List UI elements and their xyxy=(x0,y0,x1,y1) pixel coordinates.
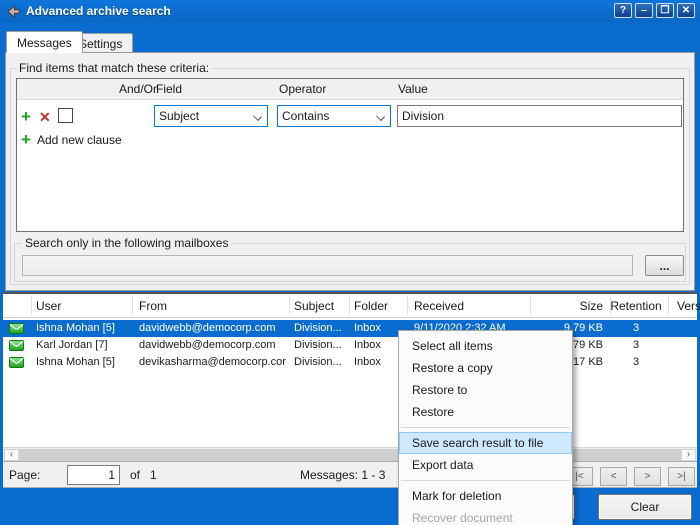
envelope-icon xyxy=(9,340,24,351)
column-header-folder[interactable]: Folder xyxy=(354,299,405,313)
chevron-down-icon xyxy=(376,112,385,121)
column-header-from[interactable]: From xyxy=(139,299,286,313)
column-andor: And/Or xyxy=(109,82,157,96)
cell-retention: 3 xyxy=(610,322,662,334)
page-label: Page: xyxy=(9,468,40,482)
mailboxes-group-label: Search only in the following mailboxes xyxy=(22,236,231,250)
cell-retention: 3 xyxy=(610,356,662,368)
remove-clause-icon[interactable]: ✕ xyxy=(39,110,51,124)
horizontal-scrollbar[interactable]: ‹ › xyxy=(3,447,697,461)
plus-icon: + xyxy=(21,131,31,148)
cell-user: Ishna Mohan [5] xyxy=(36,356,131,368)
column-operator: Operator xyxy=(279,82,326,96)
field-select[interactable]: Subject xyxy=(154,105,268,127)
menu-separator xyxy=(401,427,570,428)
add-new-clause-label: Add new clause xyxy=(37,133,122,147)
results-table: UserFromSubjectFolderReceivedSizeRetenti… xyxy=(3,292,697,447)
cell-subject: Division... xyxy=(294,339,347,351)
advanced-archive-search-window: Advanced archive search ? – ❐ ✕ Messages… xyxy=(0,0,700,525)
table-row[interactable]: Ishna Mohan [5] devikasharma@democorp.com… xyxy=(3,354,697,371)
column-field: Field xyxy=(156,82,182,96)
menu-item-restore[interactable]: Restore xyxy=(399,401,572,423)
cell-subject: Division... xyxy=(294,322,347,334)
criteria-group-label: Find items that match these criteria: xyxy=(16,61,212,75)
help-icon[interactable]: ? xyxy=(614,3,632,18)
cell-user: Ishna Mohan [5] xyxy=(36,322,131,334)
add-new-clause-link[interactable]: + Add new clause xyxy=(21,131,122,148)
clause-checkbox[interactable] xyxy=(58,108,73,123)
cell-retention: 3 xyxy=(610,339,662,351)
operator-select-value: Contains xyxy=(282,109,329,123)
menu-item-save-search-result-to-file[interactable]: Save search result to file xyxy=(399,432,572,454)
envelope-icon xyxy=(9,323,24,334)
cell-subject: Division... xyxy=(294,356,347,368)
nav-next-button[interactable]: > xyxy=(634,467,661,486)
menu-item-mark-for-deletion[interactable]: Mark for deletion xyxy=(399,485,572,507)
column-header-version[interactable]: Version xyxy=(677,299,700,313)
menu-separator xyxy=(401,480,570,481)
menu-item-recover-document: Recover document xyxy=(399,507,572,525)
operator-select[interactable]: Contains xyxy=(277,105,391,127)
context-menu: Select all itemsRestore a copyRestore to… xyxy=(398,330,573,525)
results-header: UserFromSubjectFolderReceivedSizeRetenti… xyxy=(3,294,697,318)
table-row[interactable]: Karl Jordan [7] davidwebb@democorp.com Div… xyxy=(3,337,697,354)
cell-from: davidwebb@democorp.com xyxy=(139,339,286,351)
scrollbar-thumb[interactable] xyxy=(19,449,681,461)
app-icon xyxy=(6,4,21,19)
pagination-bar: Page: 1 of 1 Messages: 1 - 3 |<<>>| xyxy=(3,461,697,488)
add-clause-icon[interactable]: + xyxy=(21,108,31,125)
browse-mailboxes-button[interactable]: ... xyxy=(645,255,684,276)
nav-last-button[interactable]: >| xyxy=(668,467,695,486)
chevron-down-icon xyxy=(253,112,262,121)
menu-item-restore-a-copy[interactable]: Restore a copy xyxy=(399,357,572,379)
column-divider[interactable] xyxy=(668,296,669,315)
minimize-icon[interactable]: – xyxy=(635,3,653,18)
column-value: Value xyxy=(398,82,428,96)
column-divider[interactable] xyxy=(349,296,350,315)
column-divider[interactable] xyxy=(31,296,32,315)
column-divider[interactable] xyxy=(407,296,408,315)
column-header-size[interactable]: Size xyxy=(498,299,603,313)
column-header-retention[interactable]: Retention xyxy=(610,299,662,313)
column-header-user[interactable]: User xyxy=(36,299,131,313)
clear-button[interactable]: Clear xyxy=(598,494,692,520)
envelope-icon xyxy=(9,357,24,368)
criteria-panel: And/Or Field Operator Value + ✕ Subject … xyxy=(16,78,684,232)
menu-item-select-all-items[interactable]: Select all items xyxy=(399,335,572,357)
cell-from: davidwebb@democorp.com xyxy=(139,322,286,334)
maximize-icon[interactable]: ❐ xyxy=(656,3,674,18)
column-divider[interactable] xyxy=(530,296,531,315)
page-number-input[interactable]: 1 xyxy=(67,465,120,485)
close-icon[interactable]: ✕ xyxy=(677,3,695,18)
scroll-left-icon[interactable]: ‹ xyxy=(4,449,19,461)
window-title: Advanced archive search xyxy=(26,4,171,18)
page-of-label: of 1 xyxy=(130,468,157,482)
mailboxes-path-input[interactable] xyxy=(22,255,633,276)
value-input[interactable]: Division xyxy=(397,105,682,127)
nav-prev-button[interactable]: < xyxy=(600,467,627,486)
column-header-subject[interactable]: Subject xyxy=(294,299,347,313)
criteria-header: And/Or Field Operator Value xyxy=(17,79,683,100)
column-divider[interactable] xyxy=(289,296,290,315)
menu-item-restore-to[interactable]: Restore to xyxy=(399,379,572,401)
titlebar[interactable]: Advanced archive search ? – ❐ ✕ xyxy=(0,0,700,22)
column-divider[interactable] xyxy=(132,296,133,315)
tab-messages[interactable]: Messages xyxy=(6,31,83,53)
cell-from: devikasharma@democorp.com xyxy=(139,356,286,368)
menu-item-export-data[interactable]: Export data xyxy=(399,454,572,476)
value-input-text: Division xyxy=(402,109,444,123)
table-row[interactable]: Ishna Mohan [5] davidwebb@democorp.com Div… xyxy=(3,320,697,337)
cell-user: Karl Jordan [7] xyxy=(36,339,131,351)
scroll-right-icon[interactable]: › xyxy=(681,449,696,461)
field-select-value: Subject xyxy=(159,109,199,123)
column-divider[interactable] xyxy=(610,296,611,315)
messages-count-label: Messages: 1 - 3 xyxy=(300,468,385,482)
